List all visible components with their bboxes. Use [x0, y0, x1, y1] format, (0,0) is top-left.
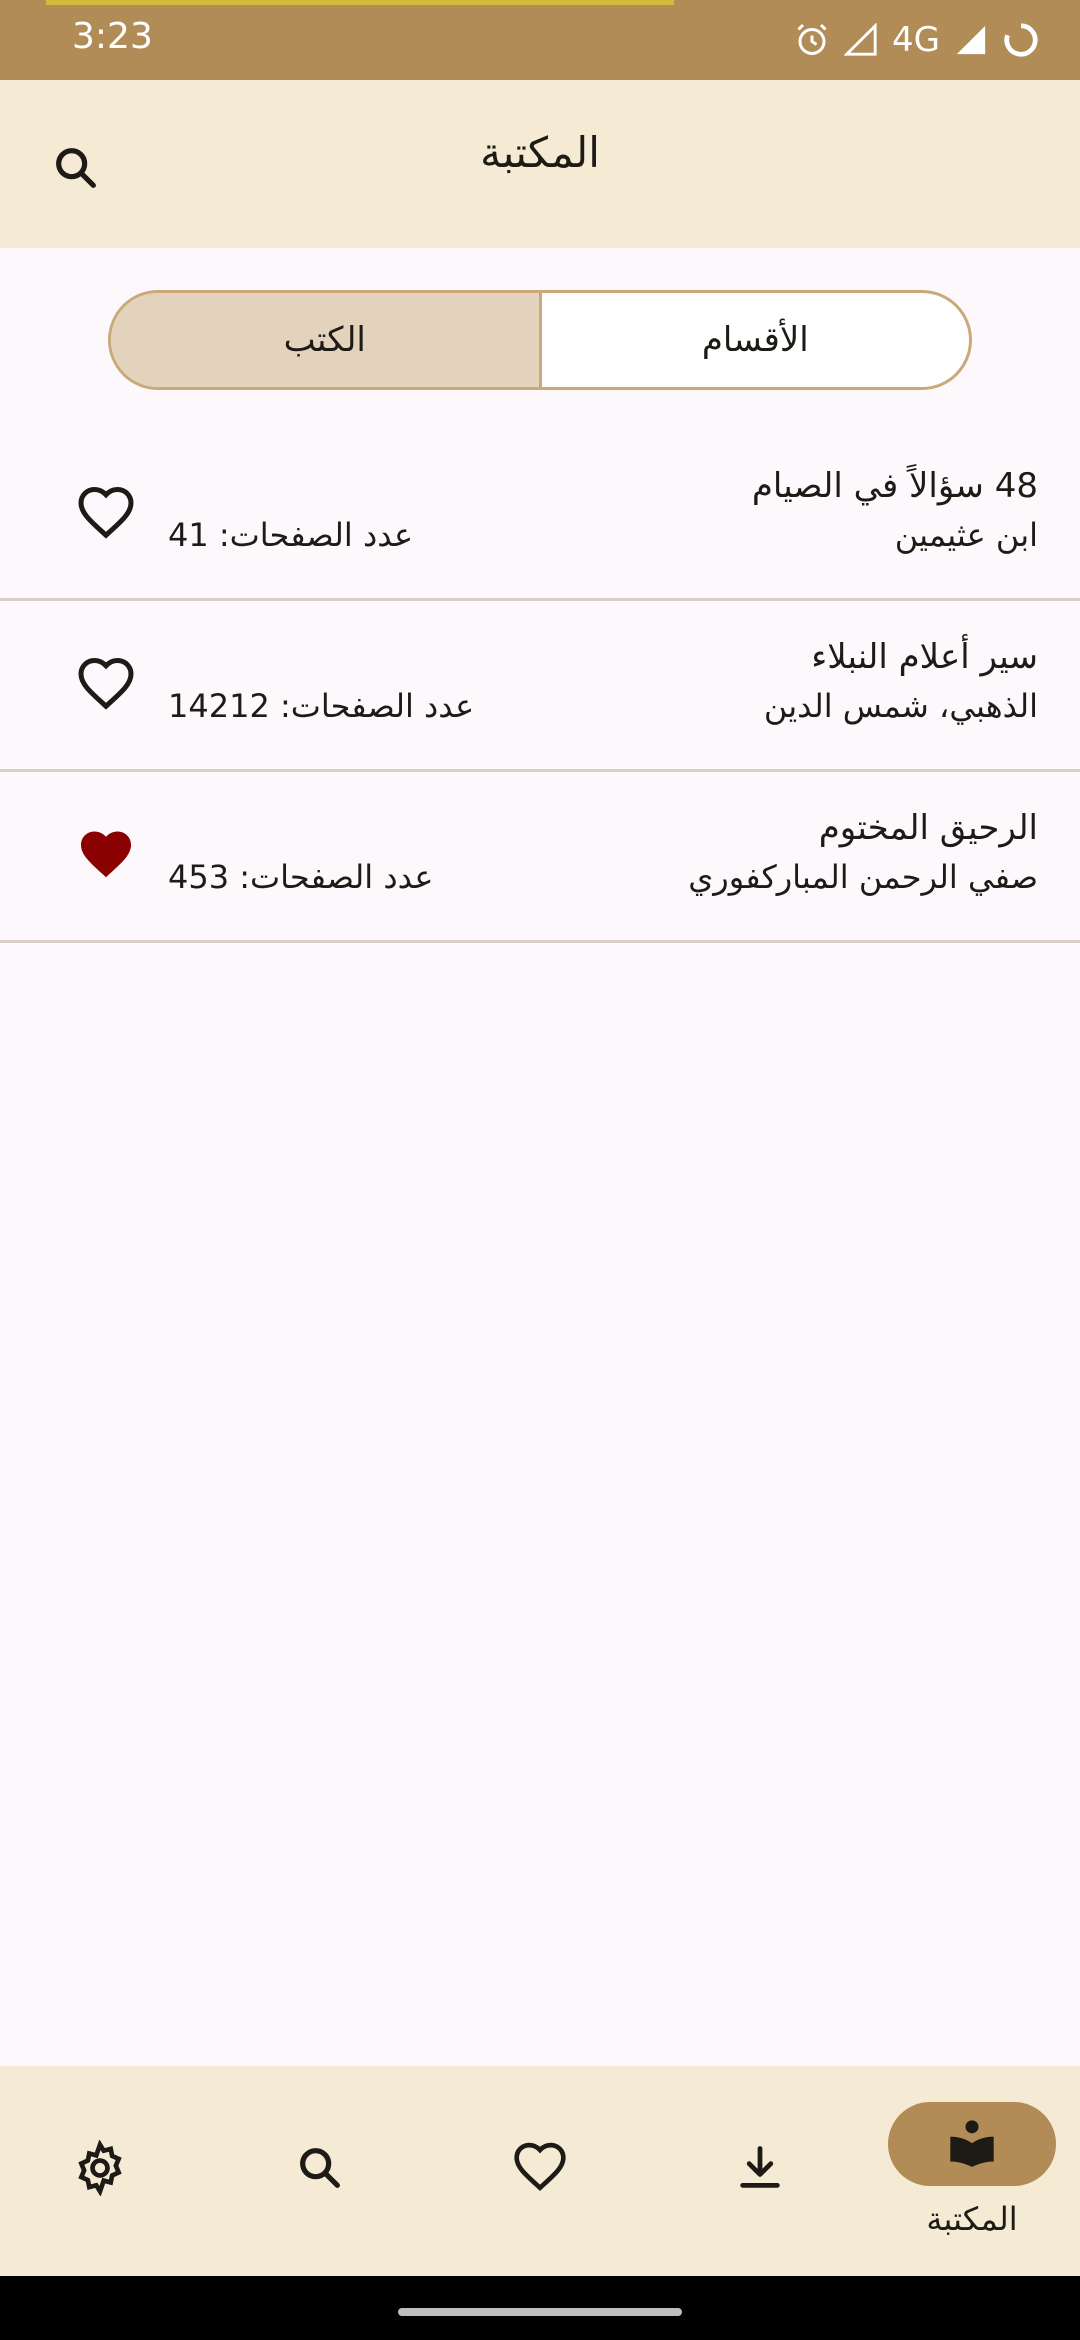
nav-item-library[interactable]: المكتبة [864, 2066, 1080, 2276]
book-page-count: عدد الصفحات: 14212 [168, 687, 475, 725]
nav-item-favorites[interactable] [432, 2066, 648, 2276]
list-item[interactable]: سير أعلام النبلاء الذهبي، شمس الدين عدد … [0, 601, 1080, 772]
nav-icon-holder [676, 2128, 844, 2212]
nav-icon-holder [236, 2128, 404, 2212]
search-icon [294, 2142, 346, 2198]
book-page-count: عدد الصفحات: 41 [168, 516, 414, 554]
nav-label-library: المكتبة [926, 2200, 1018, 2238]
list-item[interactable]: 48 سؤالاً في الصيام ابن عثيمين عدد الصفح… [0, 430, 1080, 601]
library-screen: 3:23 4G المكتبة الكتب الأقسام 48 سؤالاً … [0, 0, 1080, 2340]
network-type: 4G [892, 20, 940, 60]
book-list: 48 سؤالاً في الصيام ابن عثيمين عدد الصفح… [0, 430, 1080, 943]
book-title: الرحيق المختوم [818, 808, 1038, 848]
signal-icon [844, 23, 878, 57]
home-gesture-handle[interactable] [398, 2308, 682, 2316]
nav-item-settings[interactable] [0, 2066, 208, 2276]
book-title: سير أعلام النبلاء [811, 637, 1038, 677]
favorite-button[interactable] [70, 822, 142, 894]
nav-icon-holder [16, 2128, 184, 2212]
tab-switcher: الكتب الأقسام [108, 290, 972, 390]
heart-icon [512, 2140, 568, 2200]
heart-outline-icon [76, 484, 136, 548]
status-icons: 4G [794, 18, 1040, 62]
settings-icon [72, 2139, 128, 2200]
bottom-navigation: المكتبة [0, 2066, 1080, 2276]
nav-item-downloads[interactable] [652, 2066, 868, 2276]
top-app-bar: المكتبة [0, 80, 1080, 248]
book-icon [946, 2116, 998, 2172]
system-gesture-bar [0, 2276, 1080, 2340]
favorite-button[interactable] [70, 651, 142, 723]
alarm-icon [794, 22, 830, 58]
tab-books[interactable]: الكتب [111, 293, 539, 387]
book-title: 48 سؤالاً في الصيام [751, 466, 1038, 506]
status-bar: 3:23 4G [0, 0, 1080, 80]
tab-categories[interactable]: الأقسام [542, 293, 970, 387]
favorite-button[interactable] [70, 480, 142, 552]
heart-outline-icon [76, 655, 136, 719]
loading-icon [1002, 21, 1040, 59]
nav-icon-holder [456, 2128, 624, 2212]
signal-icon [954, 23, 988, 57]
book-page-count: عدد الصفحات: 453 [168, 858, 434, 896]
book-author: الذهبي، شمس الدين [763, 687, 1038, 725]
page-title: المكتبة [480, 128, 600, 177]
nav-item-search[interactable] [212, 2066, 428, 2276]
status-time: 3:23 [72, 16, 153, 57]
heart-filled-icon [76, 826, 136, 890]
download-icon [734, 2142, 786, 2198]
book-author: ابن عثيمين [894, 516, 1038, 554]
nav-indicator [888, 2102, 1056, 2186]
status-progress-indicator [46, 0, 674, 5]
book-author: صفي الرحمن المباركفوري [688, 858, 1038, 896]
list-item[interactable]: الرحيق المختوم صفي الرحمن المباركفوري عد… [0, 772, 1080, 943]
